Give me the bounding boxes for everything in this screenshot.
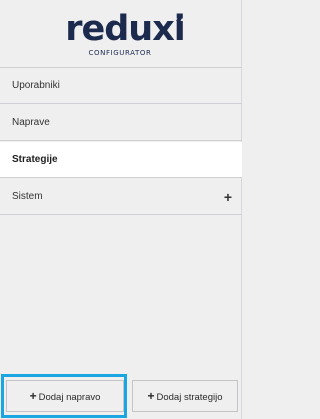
- add-device-button[interactable]: + Dodaj napravo: [6, 380, 124, 412]
- sidebar: reduxi CONFIGURATOR Uporabniki Naprave S…: [0, 0, 242, 419]
- logo-wordmark: reduxi: [65, 9, 186, 49]
- sidebar-item-sistem[interactable]: Sistem +: [0, 179, 242, 215]
- sidebar-item-label: Uporabniki: [12, 80, 60, 91]
- lightning-bolt-icon: [176, 14, 182, 26]
- add-device-label: Dodaj napravo: [38, 392, 101, 403]
- sidebar-item-naprave[interactable]: Naprave: [0, 105, 242, 141]
- plus-icon[interactable]: +: [224, 179, 232, 215]
- add-strategy-label: Dodaj strategijo: [156, 392, 223, 403]
- sidebar-item-label: Strategije: [12, 154, 58, 165]
- sidebar-item-strategije[interactable]: Strategije: [0, 142, 242, 178]
- plus-icon: +: [29, 389, 37, 403]
- add-strategy-button[interactable]: + Dodaj strategijo: [132, 380, 238, 412]
- plus-icon: +: [147, 389, 155, 403]
- sidebar-item-uporabniki[interactable]: Uporabniki: [0, 68, 242, 104]
- logo-subtitle: CONFIGURATOR: [88, 49, 152, 57]
- app-logo: reduxi CONFIGURATOR: [0, 0, 242, 68]
- sidebar-item-label: Sistem: [12, 191, 43, 202]
- sidebar-item-label: Naprave: [12, 117, 50, 128]
